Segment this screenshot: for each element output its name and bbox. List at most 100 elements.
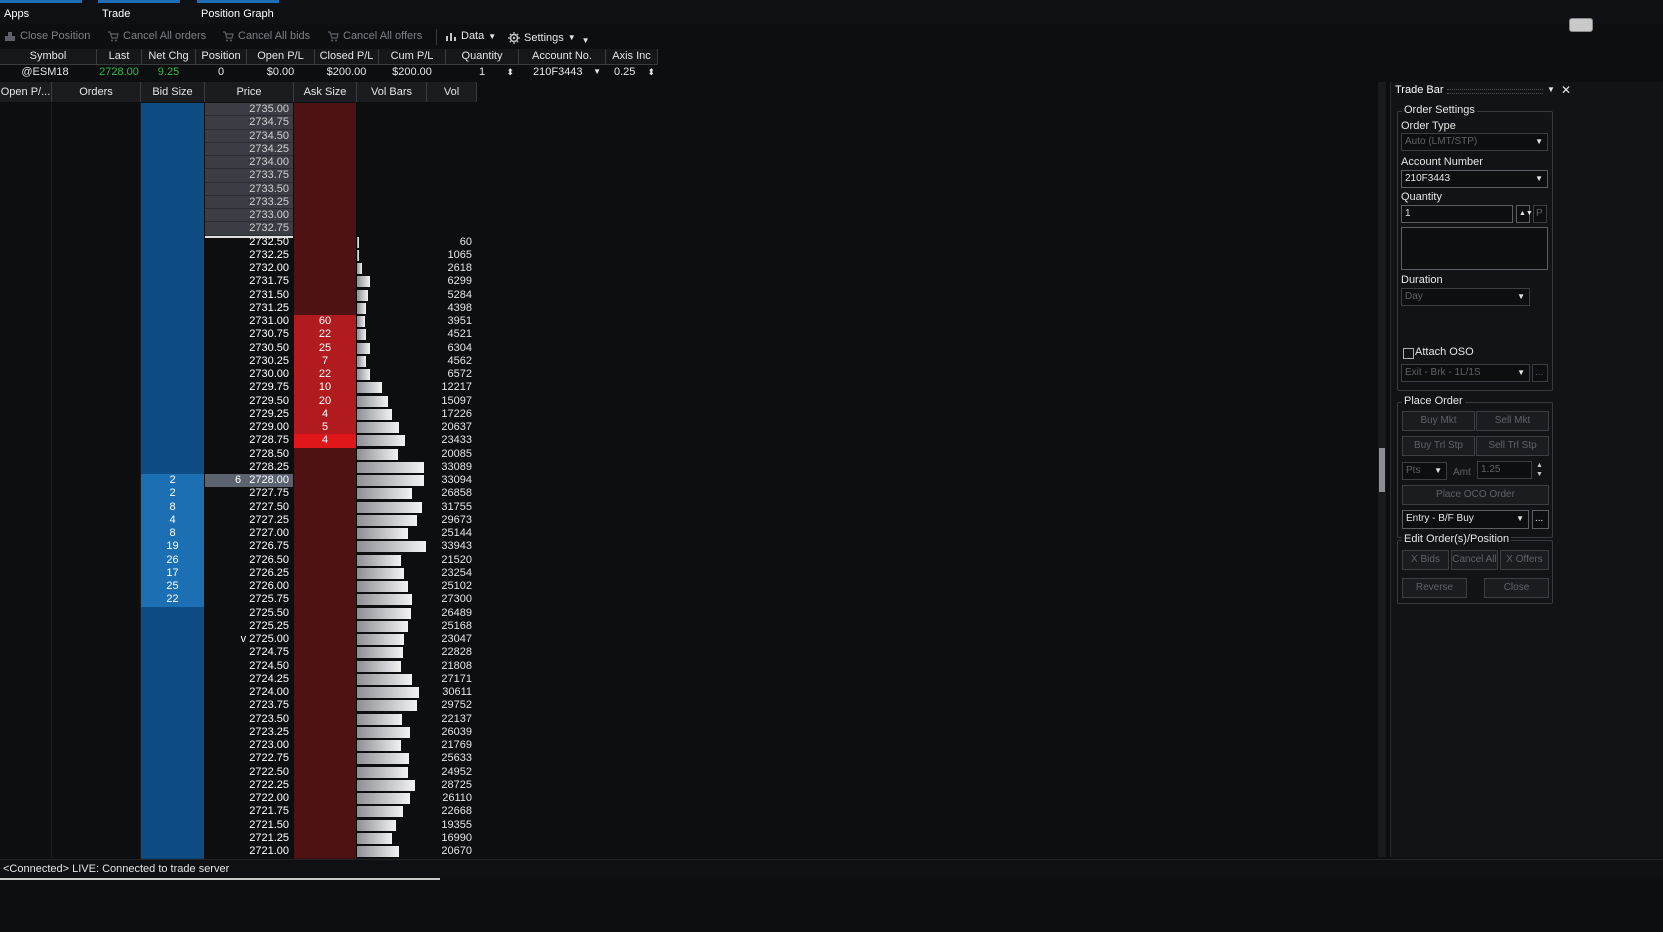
overflow-chevron-icon[interactable]: ▼	[582, 36, 590, 45]
ask-size-cell[interactable]	[294, 222, 356, 237]
bid-size-cell[interactable]: 22	[141, 593, 204, 608]
bid-size-cell[interactable]	[141, 315, 204, 330]
orders-cell[interactable]	[52, 580, 141, 594]
orders-cell[interactable]	[52, 354, 141, 368]
bid-size-cell[interactable]	[141, 129, 204, 144]
bid-size-cell[interactable]	[141, 262, 204, 277]
ask-size-cell[interactable]	[294, 699, 356, 714]
close-button[interactable]: Close	[1484, 578, 1549, 598]
ask-size-cell[interactable]	[294, 209, 356, 224]
bid-size-cell[interactable]	[141, 460, 204, 475]
duration-select[interactable]: Day ▼	[1401, 288, 1530, 306]
orders-cell[interactable]	[52, 686, 141, 700]
bid-size-cell[interactable]	[141, 328, 204, 343]
window-icon[interactable]	[1569, 18, 1593, 32]
orders-cell[interactable]	[52, 394, 141, 408]
bid-size-cell[interactable]	[141, 672, 204, 687]
place-oco-order-button[interactable]: Place OCO Order	[1402, 485, 1549, 505]
orders-cell[interactable]	[52, 659, 141, 673]
ask-size-cell[interactable]	[294, 275, 356, 290]
bid-size-cell[interactable]	[141, 778, 204, 793]
ask-size-cell[interactable]	[294, 633, 356, 648]
ladder-header-ask-size[interactable]: Ask Size	[294, 82, 357, 102]
orders-cell[interactable]	[52, 500, 141, 514]
buy-mkt-button[interactable]: Buy Mkt	[1402, 411, 1475, 431]
orders-cell[interactable]	[52, 447, 141, 461]
ask-size-cell[interactable]	[294, 248, 356, 263]
ask-size-cell[interactable]	[294, 659, 356, 674]
ask-size-cell[interactable]	[294, 646, 356, 661]
ask-size-cell[interactable]	[294, 527, 356, 542]
bid-size-cell[interactable]	[141, 725, 204, 740]
quantity-stepper[interactable]: 1 ⬍	[446, 65, 518, 79]
ask-size-cell[interactable]	[294, 752, 356, 767]
ask-size-cell[interactable]	[294, 169, 356, 184]
bid-size-cell[interactable]	[141, 394, 204, 409]
ask-size-cell[interactable]	[294, 301, 356, 316]
ask-size-cell[interactable]	[294, 487, 356, 502]
ask-size-cell[interactable]	[294, 460, 356, 475]
entry-more-button[interactable]: ...	[1532, 510, 1549, 529]
bid-size-cell[interactable]	[141, 686, 204, 701]
ask-size-cell[interactable]: 60	[294, 315, 356, 330]
orders-cell[interactable]	[52, 182, 141, 196]
orders-cell[interactable]	[52, 341, 141, 355]
tab-position-graph[interactable]: Position Graph	[197, 0, 281, 22]
bid-size-cell[interactable]: 8	[141, 500, 204, 515]
bid-size-cell[interactable]	[141, 354, 204, 369]
orders-cell[interactable]	[52, 288, 141, 302]
ask-size-cell[interactable]	[294, 129, 356, 144]
quantity-spinner[interactable]: ▲▼	[1516, 205, 1533, 223]
ask-size-cell[interactable]	[294, 513, 356, 528]
ask-size-cell[interactable]	[294, 142, 356, 157]
orders-cell[interactable]	[52, 606, 141, 620]
bid-size-cell[interactable]	[141, 275, 204, 290]
sell-trl-stp-button[interactable]: Sell Trl Stp	[1476, 436, 1549, 456]
bid-size-cell[interactable]	[141, 169, 204, 184]
ask-size-cell[interactable]	[294, 182, 356, 197]
ask-size-cell[interactable]	[294, 686, 356, 701]
bid-size-cell[interactable]	[141, 116, 204, 131]
orders-cell[interactable]	[52, 672, 141, 686]
bid-size-cell[interactable]	[141, 845, 204, 860]
orders-cell[interactable]	[52, 752, 141, 766]
bid-size-cell[interactable]	[141, 447, 204, 462]
bid-size-cell[interactable]	[141, 156, 204, 171]
cancel-all-orders-button[interactable]: Cancel All orders	[107, 30, 206, 42]
oso-more-button[interactable]: ...	[1532, 364, 1548, 382]
orders-cell[interactable]	[52, 116, 141, 130]
orders-cell[interactable]	[52, 725, 141, 739]
close-icon[interactable]: ✕	[1561, 83, 1571, 97]
ladder-header-orders[interactable]: Orders	[52, 82, 141, 102]
orders-cell[interactable]	[52, 368, 141, 382]
bid-size-cell[interactable]: 19	[141, 540, 204, 555]
ask-size-cell[interactable]	[294, 778, 356, 793]
bid-size-cell[interactable]	[141, 633, 204, 648]
orders-cell[interactable]	[52, 792, 141, 806]
bid-size-cell[interactable]	[141, 381, 204, 396]
ladder-header-open-pl[interactable]: Open P/...	[0, 82, 52, 102]
orders-cell[interactable]	[52, 487, 141, 501]
ask-size-cell[interactable]	[294, 447, 356, 462]
ask-size-cell[interactable]	[294, 262, 356, 277]
ask-size-cell[interactable]: 7	[294, 354, 356, 369]
orders-cell[interactable]	[52, 407, 141, 421]
orders-cell[interactable]	[52, 209, 141, 223]
orders-cell[interactable]	[52, 235, 141, 249]
ask-size-cell[interactable]	[294, 739, 356, 754]
orders-cell[interactable]	[52, 818, 141, 832]
tab-apps[interactable]: Apps	[0, 0, 84, 22]
ask-size-cell[interactable]	[294, 845, 356, 860]
bid-size-cell[interactable]	[141, 606, 204, 621]
close-position-button[interactable]: Close Position	[4, 30, 90, 42]
orders-cell[interactable]	[52, 566, 141, 580]
orders-cell[interactable]	[52, 778, 141, 792]
ask-size-cell[interactable]	[294, 474, 356, 489]
orders-cell[interactable]	[52, 739, 141, 753]
chevron-down-icon[interactable]: ▼	[1547, 85, 1555, 94]
orders-cell[interactable]	[52, 381, 141, 395]
ask-size-cell[interactable]	[294, 156, 356, 171]
amt-spinner[interactable]: ▲ ▼	[1536, 461, 1543, 479]
bid-size-cell[interactable]	[141, 301, 204, 316]
reverse-button[interactable]: Reverse	[1402, 578, 1467, 598]
